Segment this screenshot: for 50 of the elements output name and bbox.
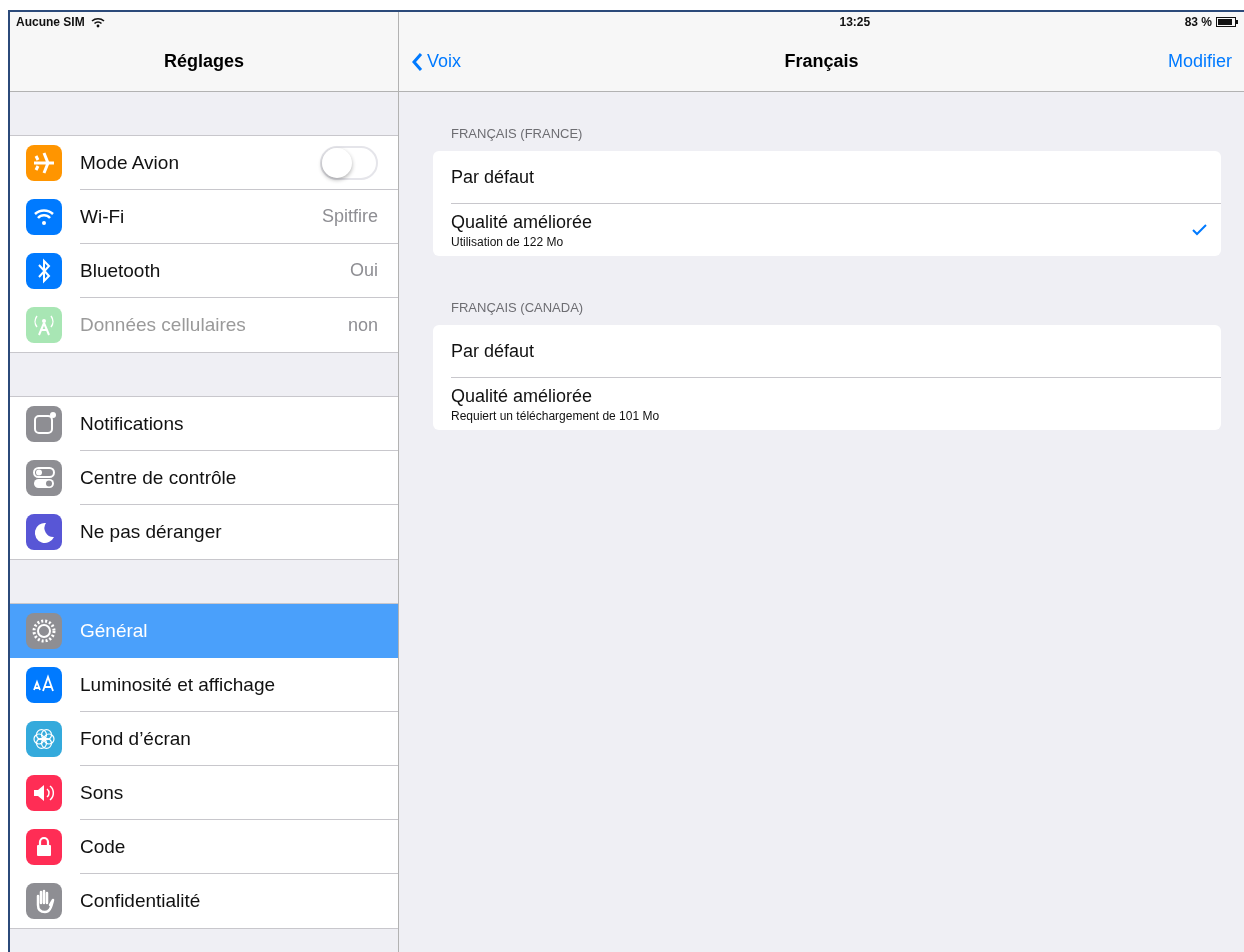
- item-label: Général: [80, 620, 148, 642]
- section-header: FRANÇAIS (CANADA): [450, 300, 585, 317]
- settings-item[interactable]: Luminosité et affichage: [10, 658, 398, 712]
- item-label: Ne pas déranger: [80, 521, 222, 543]
- chevron-left-icon: [411, 51, 423, 72]
- item-label: Fond d’écran: [80, 727, 191, 750]
- item-label: Code: [80, 835, 126, 858]
- settings-item[interactable]: Bluetooth Oui: [10, 244, 398, 298]
- settings-item[interactable]: Notifications: [10, 397, 398, 451]
- voice-option[interactable]: Par défaut: [451, 325, 1221, 378]
- option-label: Qualité améliorée: [451, 211, 593, 233]
- sidebar-title: Réglages: [163, 51, 244, 72]
- item-label: Centre de contrôle: [80, 466, 237, 489]
- battery-icon: [1216, 17, 1238, 27]
- section-header: FRANÇAIS (FRANCE): [450, 126, 584, 143]
- settings-item[interactable]: Code: [10, 820, 398, 874]
- voice-option[interactable]: Par défaut: [451, 151, 1221, 204]
- option-label: Qualité améliorée: [451, 385, 594, 407]
- voice-option[interactable]: Qualité améliorée Utilisation de 122 Mo: [451, 204, 1221, 256]
- settings-item[interactable]: Confidentialité: [10, 874, 398, 928]
- carrier-label: Aucune SIM: [16, 15, 85, 29]
- toggle-switch[interactable]: [320, 145, 378, 180]
- page-title: Français: [784, 51, 859, 72]
- settings-item[interactable]: Mode Avion: [10, 136, 398, 190]
- option-subtitle: Utilisation de 122 Mo: [451, 234, 565, 249]
- settings-item[interactable]: Wi-Fi Spitfire: [10, 190, 398, 244]
- back-button[interactable]: Voix: [411, 51, 785, 72]
- item-label: Bluetooth: [80, 259, 161, 282]
- settings-item[interactable]: Fond d’écran: [10, 712, 398, 766]
- item-label: Confidentialité: [80, 890, 201, 912]
- item-value: non: [347, 314, 378, 336]
- item-label: Données cellulaires: [80, 314, 246, 336]
- item-value: Spitfire: [321, 206, 378, 227]
- edit-button[interactable]: Modifier: [1167, 51, 1232, 72]
- option-label: Par défaut: [451, 340, 535, 362]
- item-label: Mode Avion: [80, 151, 179, 174]
- status-time: 13:25: [839, 15, 871, 29]
- settings-item[interactable]: Ne pas déranger: [10, 505, 398, 559]
- item-label: Sons: [80, 781, 124, 804]
- wifi-icon: [90, 16, 105, 28]
- settings-item[interactable]: Sons: [10, 766, 398, 820]
- item-value: Oui: [350, 260, 378, 281]
- voice-option[interactable]: Qualité améliorée Requiert un téléchargement de 101 Mo: [451, 378, 1221, 430]
- settings-item[interactable]: Centre de contrôle: [10, 451, 398, 505]
- item-label: Wi-Fi: [80, 205, 125, 228]
- option-label: Par défaut: [451, 166, 535, 188]
- item-label: Luminosité et affichage: [80, 673, 276, 696]
- item-label: Notifications: [80, 412, 184, 435]
- option-subtitle: Requiert un téléchargement de 101 Mo: [451, 408, 660, 423]
- battery-percent: 83 %: [1184, 15, 1212, 29]
